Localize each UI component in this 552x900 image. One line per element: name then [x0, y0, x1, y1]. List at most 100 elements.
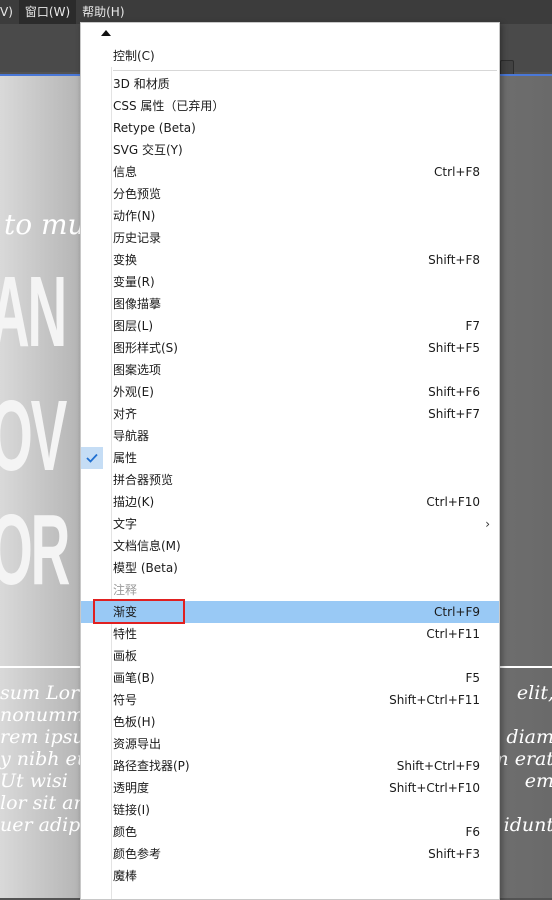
menu-item-label: 图像描摹 [113, 297, 162, 311]
menu-item-history[interactable]: 历史记录 [81, 227, 499, 249]
menu-item-shortcut: F6 [465, 825, 480, 839]
menubar: V) 窗口(W) 帮助(H) [0, 0, 552, 24]
doc-headline-line-2: OV [0, 380, 67, 492]
menu-item-appearance[interactable]: 外观(E) Shift+F6 [81, 381, 499, 403]
menu-item-label: 资源导出 [113, 737, 162, 751]
menu-item-color[interactable]: 颜色 F6 [81, 821, 499, 843]
menu-item-pattern-options[interactable]: 图案选项 [81, 359, 499, 381]
menu-item-symbols[interactable]: 符号 Shift+Ctrl+F11 [81, 689, 499, 711]
menu-item-label: 描边(K) [113, 495, 155, 509]
menu-item-shortcut: Ctrl+F8 [434, 165, 480, 179]
scroll-up-arrow-icon[interactable] [101, 30, 111, 36]
doc-para-right: l diam [494, 726, 552, 748]
menu-item-document-info[interactable]: 文档信息(M) [81, 535, 499, 557]
menu-item-shortcut: Shift+Ctrl+F10 [389, 781, 480, 795]
menu-item-model[interactable]: 模型 (Beta) [81, 557, 499, 579]
menu-item-links[interactable]: 链接(I) [81, 799, 499, 821]
menu-item-label: 颜色 [113, 825, 138, 839]
menu-item-label: 对齐 [113, 407, 138, 421]
menu-item-info[interactable]: 信息 Ctrl+F8 [81, 161, 499, 183]
menu-item-label: 拼合器预览 [113, 473, 174, 487]
menu-item-shortcut: F5 [465, 671, 480, 685]
menu-item-label: 信息 [113, 165, 138, 179]
menu-item-comments: 注释 [81, 579, 499, 601]
menu-item-align[interactable]: 对齐 Shift+F7 [81, 403, 499, 425]
menu-item-actions[interactable]: 动作(N) [81, 205, 499, 227]
menu-item-shortcut: Shift+Ctrl+F11 [389, 693, 480, 707]
menu-item-navigator[interactable]: 导航器 [81, 425, 499, 447]
menu-item-label: 链接(I) [113, 803, 150, 817]
menu-item-label: 图层(L) [113, 319, 154, 333]
menu-item-transparency[interactable]: 透明度 Shift+Ctrl+F10 [81, 777, 499, 799]
menu-item-variables[interactable]: 变量(R) [81, 271, 499, 293]
menu-item-3d-materials[interactable]: 3D 和材质 [81, 73, 499, 95]
menu-item-shortcut: Ctrl+F11 [426, 627, 480, 641]
menu-item-flattener-preview[interactable]: 拼合器预览 [81, 469, 499, 491]
menu-item-label: Retype (Beta) [113, 121, 196, 135]
menu-separator [113, 70, 497, 71]
doc-para-left: uer adipi [0, 814, 87, 836]
menu-item-artboards[interactable]: 画板 [81, 645, 499, 667]
checkmark-icon [81, 447, 103, 469]
menu-help[interactable]: 帮助(H) [76, 0, 130, 24]
menu-item-shortcut: Ctrl+F9 [434, 605, 480, 619]
menu-window[interactable]: 窗口(W) [18, 0, 77, 24]
menu-item-color-guide[interactable]: 颜色参考 Shift+F3 [81, 843, 499, 865]
menu-item-shortcut: Shift+F6 [428, 385, 480, 399]
doc-headline-line-1: AN [0, 256, 67, 368]
menu-item-label: 历史记录 [113, 231, 162, 245]
menu-item-label: 画笔(B) [113, 671, 155, 685]
menu-item-label: 图形样式(S) [113, 341, 178, 355]
menu-item-pathfinder[interactable]: 路径查找器(P) Shift+Ctrl+F9 [81, 755, 499, 777]
doc-script-text: to mu [4, 208, 86, 241]
menu-item-shortcut: Ctrl+F10 [426, 495, 480, 509]
menu-item-label: SVG 交互(Y) [113, 143, 183, 157]
menu-item-stroke[interactable]: 描边(K) Ctrl+F10 [81, 491, 499, 513]
menu-item-label: 色板(H) [113, 715, 156, 729]
doc-para-right: em [524, 770, 552, 792]
menu-item-svg-interactivity[interactable]: SVG 交互(Y) [81, 139, 499, 161]
menu-item-label: 控制(C) [113, 49, 155, 63]
menu-item-label: 画板 [113, 649, 138, 663]
menu-item-label: 图案选项 [113, 363, 162, 377]
menu-item-label: 模型 (Beta) [113, 561, 178, 575]
menu-item-shortcut: Shift+Ctrl+F9 [396, 759, 480, 773]
menu-item-graphic-styles[interactable]: 图形样式(S) Shift+F5 [81, 337, 499, 359]
menu-item-transform[interactable]: 变换 Shift+F8 [81, 249, 499, 271]
doc-para-right: elit, [516, 682, 552, 704]
menu-item-layers[interactable]: 图层(L) F7 [81, 315, 499, 337]
doc-para-right: idunt [503, 814, 552, 836]
doc-para-left: Ut wisi [0, 770, 68, 792]
menu-item-css-properties[interactable]: CSS 属性（已弃用） [81, 95, 499, 117]
menu-item-label: 路径查找器(P) [113, 759, 190, 773]
doc-headline-line-3: OR [0, 494, 70, 606]
doc-para-left: y nibh eu [0, 748, 90, 770]
menu-item-properties[interactable]: 属性 [81, 447, 499, 469]
menu-item-type[interactable]: 文字 › [81, 513, 499, 535]
menu-item-label: CSS 属性（已弃用） [113, 99, 225, 113]
menu-item-retype[interactable]: Retype (Beta) [81, 117, 499, 139]
menu-item-label: 魔棒 [113, 869, 138, 883]
menu-item-label: 属性 [113, 451, 138, 465]
menu-item-swatches[interactable]: 色板(H) [81, 711, 499, 733]
menu-item-shortcut: F7 [465, 319, 480, 333]
menu-item-shortcut: Shift+F7 [428, 407, 480, 421]
submenu-arrow-icon: › [485, 517, 490, 531]
menu-item-label: 透明度 [113, 781, 150, 795]
menu-item-magic-wand[interactable]: 魔棒 [81, 865, 499, 887]
menu-item-shortcut: Shift+F3 [428, 847, 480, 861]
doc-para-left: rem ipsu [0, 726, 85, 748]
menu-item-image-trace[interactable]: 图像描摹 [81, 293, 499, 315]
annotation-highlight-box [93, 599, 185, 624]
menu-item-asset-export[interactable]: 资源导出 [81, 733, 499, 755]
menu-item-shortcut: Shift+F5 [428, 341, 480, 355]
menu-item-brushes[interactable]: 画笔(B) F5 [81, 667, 499, 689]
menu-item-label: 动作(N) [113, 209, 156, 223]
menu-item-label: 注释 [113, 583, 138, 597]
menu-item-control[interactable]: 控制(C) [81, 45, 499, 67]
doc-para-left: lor sit am [0, 792, 92, 814]
menu-item-separations-preview[interactable]: 分色预览 [81, 183, 499, 205]
menu-item-label: 3D 和材质 [113, 77, 170, 91]
menu-view[interactable]: V) [0, 0, 19, 24]
menu-item-attributes[interactable]: 特性 Ctrl+F11 [81, 623, 499, 645]
